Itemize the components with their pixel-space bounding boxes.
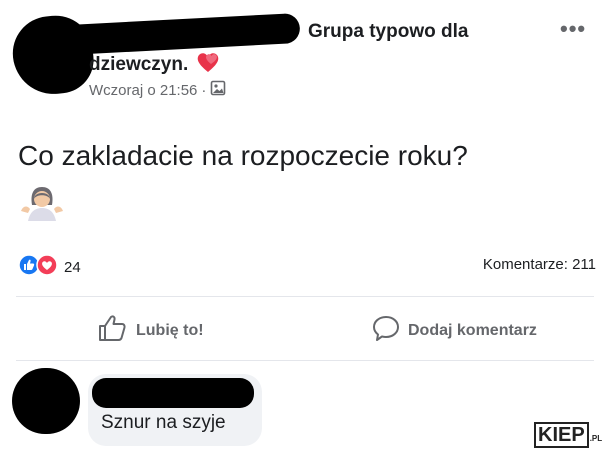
comment-label: Dodaj komentarz (408, 321, 537, 339)
watermark-suffix: .PL (589, 434, 603, 443)
love-reaction-icon (36, 254, 58, 281)
redacted-commenter-name (92, 378, 254, 408)
shrug-emoji-icon (18, 183, 66, 228)
watermark-text: KIEP (534, 422, 589, 448)
thumbs-up-icon (98, 314, 128, 347)
redacted-commenter-avatar (12, 368, 80, 434)
like-label: Lubię to! (136, 321, 204, 339)
comment-icon (372, 314, 400, 347)
group-name-line2: dziewczyn. (89, 54, 189, 75)
group-name[interactable]: Grupa typowo dla (308, 21, 468, 43)
post-timestamp[interactable]: Wczoraj o 21:56 (89, 82, 197, 99)
group-name-continued[interactable]: dziewczyn. (89, 50, 222, 80)
reaction-count: 24 (64, 259, 81, 276)
comments-count[interactable]: Komentarze: 211 (483, 256, 596, 273)
like-button[interactable]: Lubię to! (98, 314, 204, 347)
divider-top (16, 296, 594, 297)
more-icon[interactable]: ••• (560, 16, 586, 42)
comment-text: Sznur na szyje (101, 412, 226, 433)
post-text: Co zakladacie na rozpoczecie roku? (18, 140, 468, 171)
divider-bottom (16, 360, 594, 361)
comment-button[interactable]: Dodaj komentarz (372, 314, 537, 347)
post-meta: Wczoraj o 21:56 · (89, 80, 226, 100)
group-photo-icon (210, 80, 226, 100)
watermark-logo: KIEP .PL (534, 422, 602, 448)
reactions-summary[interactable]: 24 (18, 254, 81, 281)
heart-icon (194, 50, 222, 80)
meta-separator: · (201, 81, 207, 99)
